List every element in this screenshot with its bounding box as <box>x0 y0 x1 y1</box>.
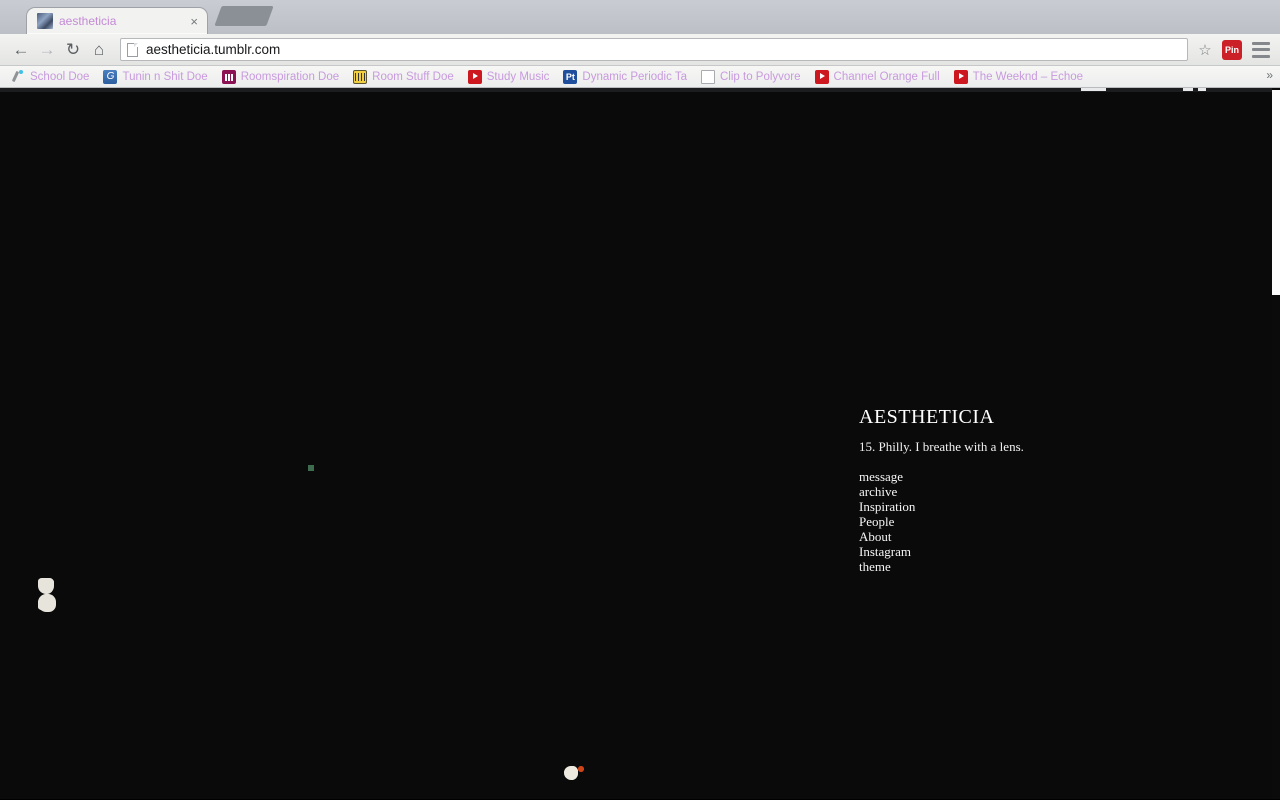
bookmark-roomspiration-doe[interactable]: Roomspiration Doe <box>215 68 346 86</box>
page-scrollbar-thumb[interactable] <box>1272 90 1280 295</box>
bookmark-star-icon[interactable]: ☆ <box>1194 39 1216 61</box>
blog-description: 15. Philly. I breathe with a lens. <box>859 439 1189 455</box>
bookmark-label: Clip to Polyvore <box>720 71 801 83</box>
periodic-table-icon <box>563 70 577 84</box>
bookmark-clip-to-polyvore[interactable]: Clip to Polyvore <box>694 68 808 86</box>
ruler-icon <box>353 70 367 84</box>
page-viewport: AESTHETICIA 15. Philly. I breathe with a… <box>0 88 1280 799</box>
home-icon[interactable]: ⌂ <box>86 37 112 63</box>
tab-title: aestheticia <box>59 14 187 28</box>
bookmark-room-stuff-doe[interactable]: Room Stuff Doe <box>346 68 461 86</box>
site-favicon <box>37 13 53 29</box>
browser-chrome: aestheticia × ← → ↻ ⌂ aestheticia.tumblr… <box>0 0 1280 88</box>
bookmark-study-music[interactable]: Study Music <box>461 68 557 86</box>
nav-link-instagram[interactable]: Instagram <box>859 544 1189 559</box>
reload-icon[interactable]: ↻ <box>60 37 86 63</box>
bookmark-tunin-n-shit-doe[interactable]: Tunin n Shit Doe <box>96 68 214 86</box>
bookmark-channel-orange-full[interactable]: Channel Orange Full <box>808 68 947 86</box>
bookmark-dynamic-periodic-table[interactable]: Dynamic Periodic Ta <box>556 68 694 86</box>
bookmarks-overflow-icon[interactable]: » <box>1263 68 1276 82</box>
bookmark-the-weeknd-echoes[interactable]: The Weeknd – Echoe <box>947 68 1090 86</box>
close-icon[interactable]: × <box>187 15 201 28</box>
bookmark-label: Study Music <box>487 71 550 83</box>
bookmarks-bar: School Doe Tunin n Shit Doe Roomspiratio… <box>0 66 1280 88</box>
bookmark-label: The Weeknd – Echoe <box>973 71 1083 83</box>
bookmark-label: School Doe <box>30 71 89 83</box>
document-icon <box>701 70 715 84</box>
forward-icon[interactable]: → <box>34 37 60 63</box>
bar-chart-icon <box>222 70 236 84</box>
youtube-icon <box>815 70 829 84</box>
nav-link-message[interactable]: message <box>859 469 1189 484</box>
pen-icon <box>11 70 25 84</box>
blog-nav: message archive Inspiration People About… <box>859 469 1189 574</box>
browser-tab-aestheticia[interactable]: aestheticia × <box>26 7 208 34</box>
nav-link-inspiration[interactable]: Inspiration <box>859 499 1189 514</box>
tab-strip: aestheticia × <box>0 0 1280 34</box>
grooveshark-icon <box>103 70 117 84</box>
navigation-toolbar: ← → ↻ ⌂ aestheticia.tumblr.com ☆ Pin <box>0 34 1280 66</box>
page-scrollbar[interactable] <box>1272 88 1280 799</box>
browser-menu-icon[interactable] <box>1252 42 1270 58</box>
url-text: aestheticia.tumblr.com <box>146 42 280 57</box>
nav-link-about[interactable]: About <box>859 529 1189 544</box>
nav-link-theme[interactable]: theme <box>859 559 1189 574</box>
back-icon[interactable]: ← <box>8 37 34 63</box>
pinterest-pin-button[interactable]: Pin <box>1222 40 1242 60</box>
blog-sidebar: AESTHETICIA 15. Philly. I breathe with a… <box>859 406 1189 574</box>
new-tab-button[interactable] <box>214 6 273 26</box>
bookmark-label: Room Stuff Doe <box>372 71 454 83</box>
bookmark-school-doe[interactable]: School Doe <box>4 68 96 86</box>
youtube-icon <box>468 70 482 84</box>
nav-link-people[interactable]: People <box>859 514 1189 529</box>
nav-link-archive[interactable]: archive <box>859 484 1189 499</box>
bookmark-label: Roomspiration Doe <box>241 71 339 83</box>
bookmark-label: Tunin n Shit Doe <box>122 71 207 83</box>
address-bar[interactable]: aestheticia.tumblr.com <box>120 38 1188 61</box>
youtube-icon <box>954 70 968 84</box>
bookmark-label: Channel Orange Full <box>834 71 940 83</box>
page-title: AESTHETICIA <box>859 406 1189 429</box>
bookmark-label: Dynamic Periodic Ta <box>582 71 687 83</box>
page-document-icon <box>127 43 138 57</box>
